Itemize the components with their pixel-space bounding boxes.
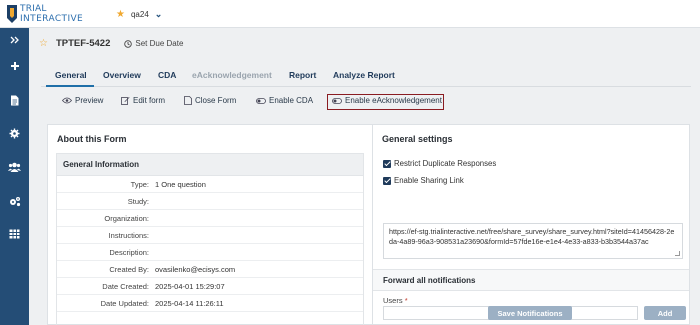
preview-button[interactable]: Preview [62,96,103,105]
checkbox-checked-icon[interactable] [383,176,391,185]
row-value: 2025-04-14 11:26:11 [155,299,224,308]
row-key: Created By: [109,265,149,274]
form-header: ☆ TPTEF-5422 Set Due Date [39,38,183,49]
restrict-duplicates-checkbox[interactable]: Restrict Duplicate Responses [383,159,496,168]
restrict-duplicates-label: Restrict Duplicate Responses [394,159,497,168]
share-url-textarea[interactable]: https://ef-stg.trialinteractive.net/free… [383,223,683,259]
row-key: Date Updated: [100,299,149,308]
tab-general[interactable]: General [55,70,87,80]
top-bar: TRIAL INTERACTIVE ★ qa24 ⌄ [0,0,700,28]
about-form-title: About this Form [57,134,127,144]
table-icon[interactable] [0,224,29,244]
toggle-icon [256,97,266,104]
plus-icon[interactable] [0,56,29,76]
table-row: Date Updated: 2025-04-14 11:26:11 [57,295,363,312]
edit-icon [121,97,130,105]
row-value: 1 One question [155,180,206,189]
table-row: Description: [57,244,363,261]
resize-handle-icon[interactable] [675,251,680,256]
table-row: Date Created: 2025-04-01 15:29:07 [57,278,363,295]
enable-cda-button[interactable]: Enable CDA [256,96,313,105]
users-field-label: Users * [383,296,408,305]
row-value: 2025-04-01 15:29:07 [155,282,225,291]
project-selector[interactable]: ★ qa24 ⌄ [116,8,162,20]
settings-cogs-icon[interactable] [0,191,29,211]
row-key: Type: [130,180,149,189]
edit-form-button[interactable]: Edit form [121,96,165,105]
row-key: Study: [127,197,149,206]
general-settings-title: General settings [382,134,453,144]
chevron-down-icon[interactable]: ⌄ [155,9,163,20]
favorite-star-icon[interactable]: ★ [116,9,125,20]
brand-logo[interactable]: TRIAL INTERACTIVE [6,4,126,24]
enable-sharing-checkbox[interactable]: Enable Sharing Link [383,176,464,185]
clock-icon [124,39,133,48]
eye-icon [62,97,72,104]
table-row: Type: 1 One question [57,176,363,193]
tab-overview[interactable]: Overview [103,70,141,80]
tab-analyze-report[interactable]: Analyze Report [333,70,395,80]
save-notifications-button[interactable]: Save Notifications [488,306,572,320]
set-due-date-link[interactable]: Set Due Date [124,39,183,48]
logo-mark-icon [7,5,17,23]
checkbox-checked-icon[interactable] [383,159,391,168]
close-form-label: Close Form [195,96,237,105]
general-information-table: General Information Type: 1 One question … [56,153,364,325]
document-icon[interactable] [0,90,29,110]
table-row: Study: [57,193,363,210]
tab-eacknowledgement[interactable]: eAcknowledgement [192,70,272,80]
project-name: qa24 [130,9,149,19]
brand-line2: INTERACTIVE [20,14,84,24]
action-bar: Preview Edit form Close Form Enable CDA … [41,90,691,112]
table-row: Organization: [57,210,363,227]
row-value: ovasilenko@ecisys.com [155,265,236,274]
left-sidebar [0,28,29,325]
brand-text: TRIAL INTERACTIVE [20,4,83,24]
preview-label: Preview [75,96,104,105]
add-user-button[interactable]: Add [644,306,686,320]
close-form-button[interactable]: Close Form [184,96,236,105]
about-form-panel: About this Form General Information Type… [47,124,373,325]
share-url-text: https://ef-stg.trialinteractive.net/free… [389,227,675,246]
close-form-icon [184,96,192,105]
users-icon[interactable] [0,157,29,177]
users-label-text: Users [383,296,403,305]
row-key: Date Created: [102,282,149,291]
gear-icon[interactable] [0,123,29,143]
required-marker: * [404,296,408,305]
forward-notifications-header: Forward all notifications [373,269,689,291]
form-id: TPTEF-5422 [55,38,111,49]
table-row: Created By: ovasilenko@ecisys.com [57,261,363,278]
set-due-date-label: Set Due Date [135,39,184,48]
row-key: Description: [109,248,149,257]
enable-sharing-label: Enable Sharing Link [394,176,464,185]
row-key: Instructions: [108,231,149,240]
brand-line1: TRIAL [20,4,47,14]
tab-bar: General Overview CDA eAcknowledgement Re… [41,66,691,87]
row-key: Organization: [104,214,149,223]
main-content: ☆ TPTEF-5422 Set Due Date General Overvi… [29,28,700,325]
active-tab-indicator [46,85,94,87]
edit-form-label: Edit form [133,96,166,105]
general-information-title: General Information [63,160,140,169]
general-settings-panel: General settings Restrict Duplicate Resp… [372,124,690,325]
highlight-box [327,94,444,110]
tab-cda[interactable]: CDA [158,70,176,80]
general-information-header: General Information [57,154,363,176]
table-row: Instructions: [57,227,363,244]
double-chevron-right-icon[interactable] [0,30,29,50]
tab-report[interactable]: Report [289,70,316,80]
favorite-star-outline-icon[interactable]: ☆ [39,38,48,49]
forward-notifications-title: Forward all notifications [383,276,476,285]
enable-cda-label: Enable CDA [269,96,314,105]
